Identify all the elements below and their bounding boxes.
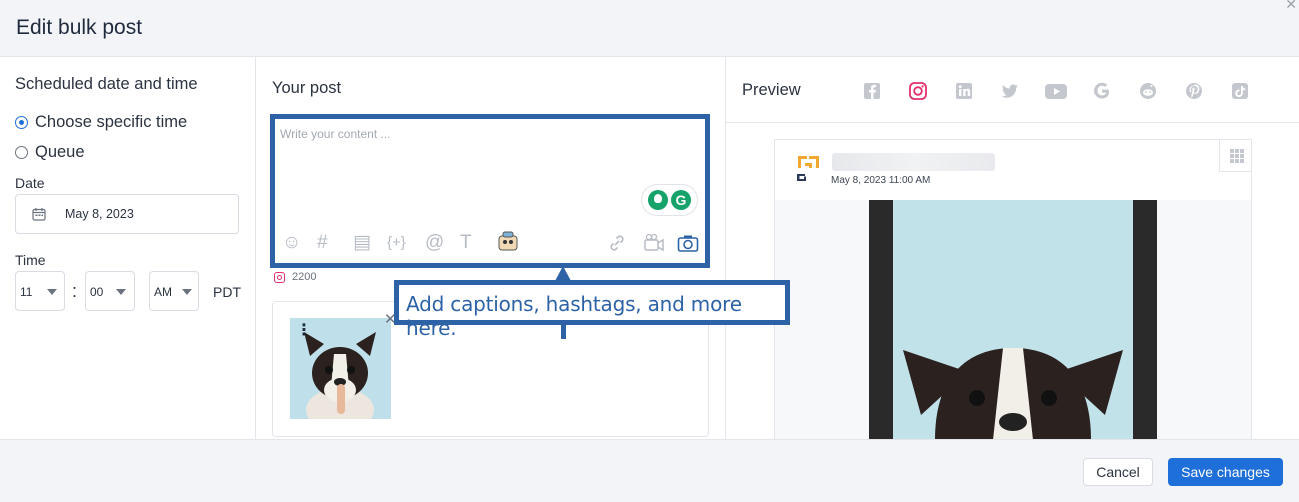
instagram-char-limit: 2200 [274,271,316,283]
timezone-label: PDT [213,284,241,300]
calendar-icon [32,208,46,221]
linkedin-icon[interactable] [954,81,974,101]
chevron-down-icon [116,289,126,295]
text-format-icon[interactable]: T [460,233,472,253]
emoji-icon[interactable]: ☺ [282,233,301,253]
post-timestamp: May 8, 2023 11:00 AM [831,175,931,186]
variable-icon[interactable]: {+} [387,233,406,253]
meridiem-select[interactable]: AM [149,271,199,311]
radio-label: Queue [35,143,85,161]
minute-value: 00 [90,285,104,299]
link-icon[interactable] [607,233,627,258]
modal-header: Edit bulk post ✕ [0,0,1299,57]
post-editor-panel: Your post Write your content ... G ☺ # ▤… [256,57,726,439]
meridiem-value: AM [154,285,172,299]
lightbulb-icon[interactable] [648,190,668,210]
char-limit-value: 2200 [292,271,317,283]
modal-title: Edit bulk post [16,16,143,39]
grid-icon [1230,149,1244,163]
radio-unchecked-icon[interactable] [15,146,28,159]
account-logo [797,156,819,181]
schedule-panel: Scheduled date and time Choose specific … [0,57,256,439]
video-icon[interactable] [643,233,665,258]
preview-title: Preview [742,81,801,99]
radio-checked-icon[interactable] [15,116,28,129]
media-thumbnail[interactable]: ⋮ [290,318,391,419]
network-tabs: Preview [726,57,1299,123]
preview-panel: Preview May 8, 2023 11:00 AM [726,57,1299,439]
hashtag-icon[interactable]: # [317,233,328,253]
date-value: May 8, 2023 [65,207,134,221]
callout-text: Add captions, hashtags, and more here. [406,292,742,340]
content-editor[interactable]: Write your content ... G ☺ # ▤ {+} @ T [270,114,710,268]
youtube-icon[interactable] [1044,81,1068,101]
content-input[interactable]: Write your content ... [280,127,391,141]
preview-image-area [775,200,1251,439]
grammarly-widget[interactable]: G [642,185,697,215]
grid-view-button[interactable] [1219,140,1251,172]
time-label: Time [15,252,46,268]
more-options-icon[interactable]: ⋮ [296,323,312,339]
radio-specific-time[interactable]: Choose specific time [15,113,187,132]
date-picker[interactable]: May 8, 2023 [15,194,239,234]
facebook-icon[interactable] [862,81,882,101]
dog-image [893,200,1133,439]
reddit-icon[interactable] [1138,81,1158,101]
instagram-icon[interactable] [908,81,928,101]
hour-select[interactable]: 11 [15,271,65,311]
schedule-title: Scheduled date and time [15,75,198,93]
radio-label: Choose specific time [35,113,188,131]
modal-footer: Cancel Save changes [0,439,1299,502]
pinterest-icon[interactable] [1184,81,1204,101]
post-title: Your post [272,79,342,97]
tiktok-icon[interactable] [1230,81,1250,101]
twitter-icon[interactable] [1000,81,1020,101]
hour-value: 11 [20,285,33,299]
chevron-down-icon [182,289,192,295]
save-changes-button[interactable]: Save changes [1168,458,1283,486]
instagram-post-preview: May 8, 2023 11:00 AM [774,139,1252,439]
radio-queue[interactable]: Queue [15,143,85,162]
callout-box: Add captions, hashtags, and more here. [394,280,790,340]
google-icon[interactable] [1092,81,1112,101]
date-label: Date [15,175,45,191]
camera-icon[interactable] [677,233,699,258]
preview-image [869,200,1157,439]
grammarly-icon[interactable]: G [671,190,691,210]
chevron-down-icon [47,289,57,295]
instagram-icon [274,271,285,283]
time-separator: : [72,281,78,301]
close-icon[interactable]: ✕ [1285,0,1297,13]
caption-icon[interactable]: ▤ [353,233,371,253]
account-name-blurred [832,153,995,171]
minute-select[interactable]: 00 [85,271,135,311]
sticker-icon[interactable] [497,230,519,257]
mention-icon[interactable]: @ [425,233,444,253]
callout-arrow-head [555,266,571,281]
cancel-button[interactable]: Cancel [1083,458,1153,486]
